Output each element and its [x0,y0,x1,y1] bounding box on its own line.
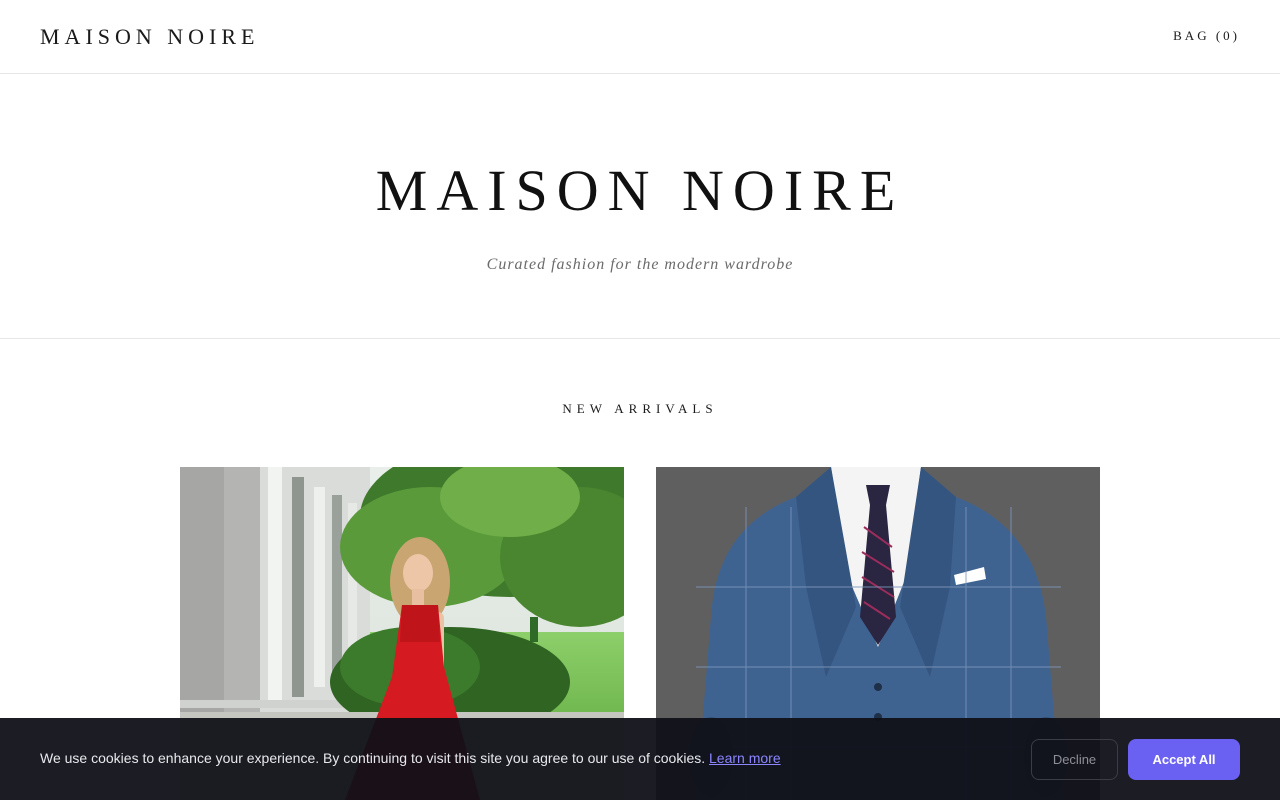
new-arrivals-heading: NEW ARRIVALS [562,401,718,416]
top-navigation: MAISON NOIRE BAG (0) [0,0,1280,74]
hero-subtitle: Curated fashion for the modern wardrobe [486,256,794,273]
hero-title: MAISON NOIRE [375,158,905,223]
cookie-message: We use cookies to enhance your experienc… [40,750,781,766]
hero-section: MAISON NOIRE Curated fashion for the mod… [0,74,1280,339]
cookie-message-text: We use cookies to enhance your experienc… [40,750,706,766]
accept-all-cookies-button[interactable]: Accept All [1128,739,1240,780]
brand-logo-link[interactable]: MAISON NOIRE [40,24,260,50]
cookie-consent-banner: We use cookies to enhance your experienc… [0,718,1280,800]
shopping-bag-link[interactable]: BAG (0) [1173,28,1240,44]
learn-more-link[interactable]: Learn more [709,750,781,766]
decline-cookies-button[interactable]: Decline [1031,739,1118,780]
